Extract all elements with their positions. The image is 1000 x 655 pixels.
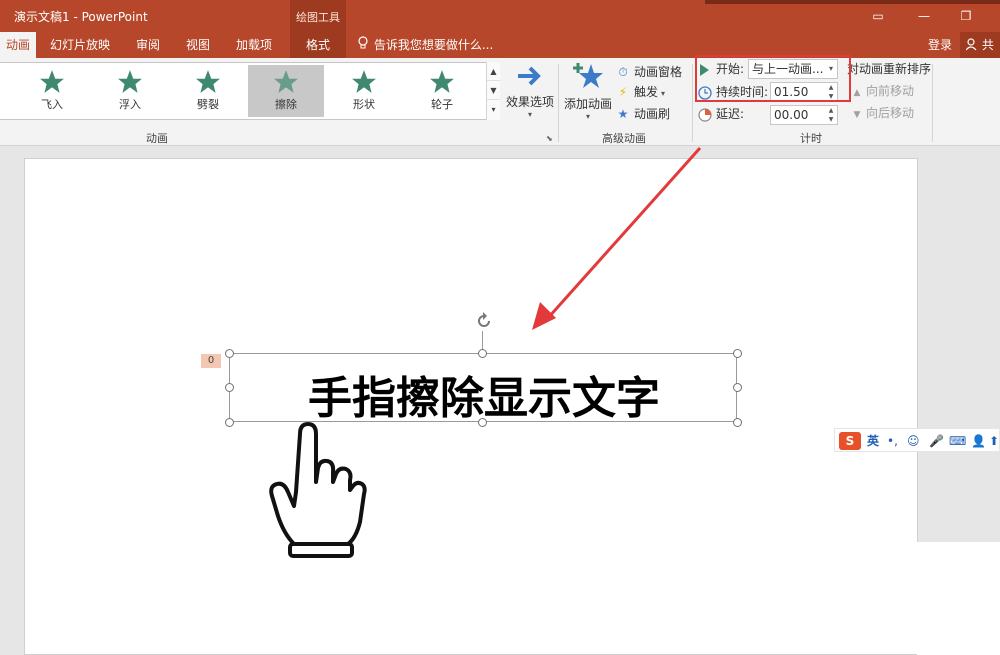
selected-textbox[interactable]: 手指擦除显示文字 — [229, 353, 737, 424]
ime-language-toggle[interactable]: 英 — [867, 432, 879, 450]
slide-text[interactable]: 手指擦除显示文字 — [230, 362, 738, 426]
ime-toolbar: S 英 •, ☺ 🎤 ⌨ 👤 ⬆ — [834, 428, 1000, 452]
resize-handle[interactable] — [478, 349, 487, 358]
punctuation-icon[interactable]: •, — [887, 432, 898, 450]
animation-order-tag[interactable]: 0 — [201, 354, 221, 368]
resize-handle[interactable] — [225, 418, 234, 427]
rotate-handle-icon[interactable] — [474, 311, 494, 331]
keyboard-icon[interactable]: ⌨ — [949, 432, 966, 450]
sogou-logo-icon[interactable]: S — [839, 432, 861, 450]
resize-handle[interactable] — [733, 349, 742, 358]
pointing-hand-icon — [269, 422, 367, 558]
resize-handle[interactable] — [225, 383, 234, 392]
resize-handle[interactable] — [733, 418, 742, 427]
resize-handle[interactable] — [225, 349, 234, 358]
microphone-icon[interactable]: 🎤 — [929, 432, 944, 450]
user-icon[interactable]: 👤 — [971, 432, 986, 450]
tools-icon[interactable]: ⬆ — [989, 432, 999, 450]
red-arrow-annotation — [532, 147, 702, 330]
emoji-icon[interactable]: ☺ — [907, 432, 920, 450]
resize-handle[interactable] — [733, 383, 742, 392]
resize-handle[interactable] — [478, 418, 487, 427]
